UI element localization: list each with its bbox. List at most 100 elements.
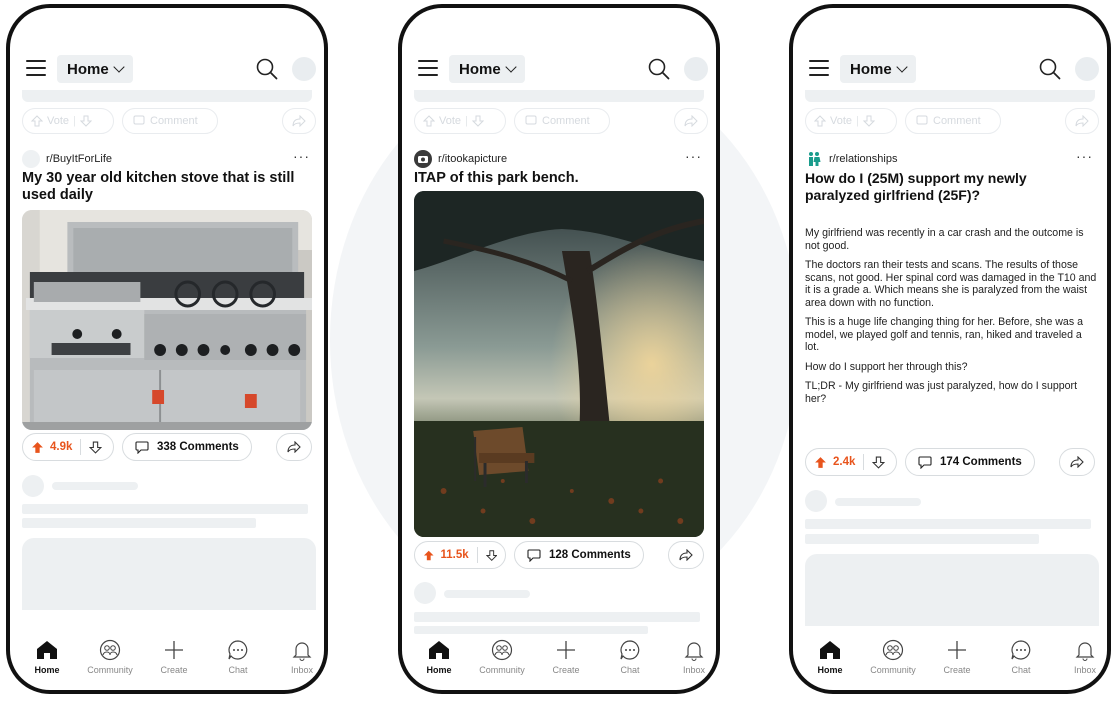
park-bench-photo[interactable]: [414, 191, 704, 537]
comment-icon: [918, 455, 932, 469]
nav-inbox[interactable]: Inbox: [664, 638, 716, 675]
avatar[interactable]: [292, 57, 316, 81]
loading-title-placeholder: [22, 504, 308, 514]
upvote-outline-icon: [31, 115, 43, 127]
share-button[interactable]: [668, 541, 704, 569]
nav-inbox-label: Inbox: [682, 665, 706, 675]
bottom-nav: Home Community Create Chat Inbox: [10, 638, 324, 682]
home-feed-dropdown[interactable]: Home: [449, 55, 525, 83]
comment-count: 174 Comments: [940, 456, 1022, 468]
nav-create[interactable]: Create: [536, 638, 596, 675]
home-feed-dropdown[interactable]: Home: [57, 55, 133, 83]
loading-text-placeholder: [444, 590, 530, 598]
share-icon: [1070, 456, 1084, 468]
loading-title-placeholder: [805, 519, 1091, 529]
vote-pill[interactable]: 11.5k: [414, 541, 506, 569]
subreddit-row[interactable]: r/itookapicture: [414, 149, 507, 169]
nav-create[interactable]: Create: [927, 638, 987, 675]
more-options-icon[interactable]: ···: [685, 148, 702, 164]
comments-button[interactable]: 338 Comments: [122, 433, 252, 461]
nav-chat-label: Chat: [228, 665, 248, 675]
bottom-nav: Home Community Create Chat Inbox: [793, 638, 1107, 682]
menu-icon[interactable]: [809, 60, 829, 76]
menu-icon[interactable]: [418, 60, 438, 76]
bell-icon: [292, 642, 312, 661]
ghost-comment-pill: Comment: [905, 108, 1001, 134]
search-icon[interactable]: [1039, 58, 1061, 80]
loading-avatar-placeholder: [414, 582, 436, 604]
more-options-icon[interactable]: ···: [293, 148, 310, 164]
vote-divider: [476, 547, 478, 563]
nav-inbox[interactable]: Inbox: [272, 638, 324, 675]
nav-home[interactable]: Home: [17, 638, 77, 675]
upvote-icon[interactable]: [423, 549, 434, 562]
ghost-comment-pill: Comment: [122, 108, 218, 134]
home-feed-dropdown[interactable]: Home: [840, 55, 916, 83]
ghost-comment-label: Comment: [933, 115, 981, 127]
subreddit-name[interactable]: r/itookapicture: [438, 153, 507, 165]
nav-chat[interactable]: Chat: [208, 638, 268, 675]
ghost-comment-label: Comment: [150, 115, 198, 127]
comments-button[interactable]: 128 Comments: [514, 541, 644, 569]
nav-inbox[interactable]: Inbox: [1055, 638, 1107, 675]
nav-chat[interactable]: Chat: [600, 638, 660, 675]
downvote-icon[interactable]: [872, 456, 886, 469]
loading-title-placeholder: [414, 612, 700, 622]
downvote-icon[interactable]: [485, 549, 498, 562]
bell-icon: [684, 642, 704, 661]
nav-home[interactable]: Home: [800, 638, 860, 675]
subreddit-row[interactable]: r/BuyItForLife: [22, 149, 112, 169]
more-options-icon[interactable]: ···: [1076, 148, 1093, 164]
post-actions: 11.5k 128 Comments: [414, 541, 704, 569]
share-icon: [287, 441, 301, 453]
top-bar: Home: [10, 50, 324, 90]
vote-divider: [80, 439, 82, 455]
menu-icon[interactable]: [26, 60, 46, 76]
nav-home-label: Home: [34, 665, 60, 675]
couple-icon: [805, 150, 823, 168]
nav-community[interactable]: Community: [80, 638, 140, 675]
nav-community[interactable]: Community: [472, 638, 532, 675]
chevron-down-icon: [113, 61, 125, 73]
phone-frame-3: Home Vote | Comment r/relationships ··· H…: [789, 4, 1111, 694]
avatar[interactable]: [1075, 57, 1099, 81]
search-icon[interactable]: [648, 58, 670, 80]
downvote-icon[interactable]: [89, 441, 103, 454]
top-bar: Home: [793, 50, 1107, 90]
nav-chat[interactable]: Chat: [991, 638, 1051, 675]
avatar[interactable]: [684, 57, 708, 81]
home-dropdown-label: Home: [459, 60, 501, 78]
upvote-icon[interactable]: [31, 441, 44, 454]
nav-create[interactable]: Create: [144, 638, 204, 675]
share-button[interactable]: [1059, 448, 1095, 476]
vote-divider: [863, 454, 865, 470]
vote-pill[interactable]: 2.4k: [805, 448, 897, 476]
home-icon: [820, 641, 840, 659]
downvote-outline-icon: [862, 115, 875, 127]
comments-button[interactable]: 174 Comments: [905, 448, 1035, 476]
comment-count: 338 Comments: [157, 441, 239, 453]
nav-community[interactable]: Community: [863, 638, 923, 675]
subreddit-name[interactable]: r/BuyItForLife: [46, 153, 112, 165]
community-icon: [882, 639, 904, 661]
subreddit-row[interactable]: r/relationships: [805, 149, 897, 169]
loading-title-placeholder: [414, 626, 648, 634]
post-title[interactable]: My 30 year old kitchen stove that is sti…: [22, 170, 310, 204]
upvote-icon[interactable]: [814, 456, 827, 469]
vote-pill[interactable]: 4.9k: [22, 433, 114, 461]
share-button[interactable]: [276, 433, 312, 461]
ghost-comment-label: Comment: [542, 115, 590, 127]
search-icon[interactable]: [256, 58, 278, 80]
nav-create-label: Create: [552, 665, 580, 675]
subreddit-icon: [22, 150, 40, 168]
ghost-vote-label: Vote: [439, 115, 462, 127]
stove-photo[interactable]: [22, 210, 312, 430]
camera-icon: [414, 150, 432, 168]
share-icon: [679, 549, 693, 561]
post-title[interactable]: How do I (25M) support my newly paralyze…: [805, 170, 1093, 204]
nav-home[interactable]: Home: [409, 638, 469, 675]
subreddit-name[interactable]: r/relationships: [829, 153, 897, 165]
post-title[interactable]: ITAP of this park bench.: [414, 170, 702, 187]
share-outline-icon: [1075, 115, 1089, 127]
ghost-vote-label: Vote: [830, 115, 853, 127]
